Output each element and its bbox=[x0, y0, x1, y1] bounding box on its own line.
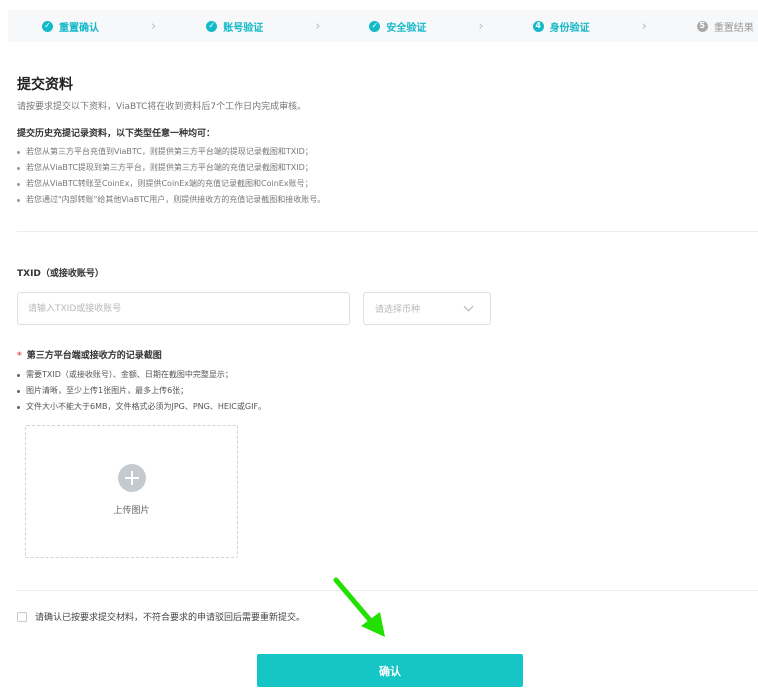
step-label: 重置结果 bbox=[713, 22, 754, 34]
bullet-dot bbox=[17, 183, 20, 186]
chevron-down-icon bbox=[463, 301, 474, 312]
step-security-verify: ✓ 安全验证 bbox=[369, 19, 426, 34]
upload-label: * 第三方平台端或接收方的记录截图 bbox=[17, 348, 162, 361]
page-description: 请按要求提交以下资料，ViaBTC将在收到资料后7个工作日内完成审核。 bbox=[17, 102, 307, 112]
submit-button[interactable]: 确认 bbox=[257, 654, 523, 687]
list-item: 若您从第三方平台充值到ViaBTC，则提供第三方平台端的提现记录截图和TXID； bbox=[17, 146, 737, 162]
list-item: 需要TXID（或接收账号）、金额、日期在截图中完整显示； bbox=[17, 369, 737, 385]
bullet-dot bbox=[17, 406, 20, 409]
step-reset-result: 5 重置结果 bbox=[696, 19, 754, 34]
step-number-icon: 4 bbox=[532, 20, 544, 32]
step-label: 账号验证 bbox=[223, 22, 264, 34]
upload-image-button[interactable]: 上传图片 bbox=[25, 425, 238, 558]
bullet-dot bbox=[17, 374, 20, 377]
chevron-right-icon: › bbox=[151, 18, 157, 34]
chevron-right-icon: › bbox=[478, 18, 484, 34]
confirm-checkbox-row[interactable]: 请确认已按要求提交材料，不符合要求的申请驳回后需要重新提交。 bbox=[17, 610, 305, 623]
section-subtitle: 提交历史充提记录资料，以下类型任意一种均可： bbox=[17, 129, 216, 139]
bullet-dot bbox=[17, 167, 20, 170]
step-reset-confirm: ✓ 重置确认 bbox=[42, 19, 99, 34]
step-number-icon: 5 bbox=[696, 20, 708, 32]
list-item: 图片清晰，至少上传1张图片，最多上传6张； bbox=[17, 385, 737, 401]
step-label: 安全验证 bbox=[386, 22, 427, 34]
section-divider bbox=[17, 231, 758, 232]
step-label: 身份验证 bbox=[549, 22, 590, 34]
check-icon: ✓ bbox=[369, 20, 381, 32]
progress-stepper: ✓ 重置确认 › ✓ 账号验证 › ✓ 安全验证 › 4 身份验证 › 5 重置… bbox=[8, 10, 758, 42]
chevron-right-icon: › bbox=[315, 18, 321, 34]
txid-input[interactable] bbox=[17, 292, 350, 325]
requirement-list: 若您从第三方平台充值到ViaBTC，则提供第三方平台端的提现记录截图和TXID；… bbox=[17, 146, 737, 210]
step-identity-verify: 4 身份验证 bbox=[532, 19, 590, 34]
required-mark: * bbox=[17, 351, 22, 361]
confirm-checkbox-label: 请确认已按要求提交材料，不符合要求的申请驳回后需要重新提交。 bbox=[35, 613, 306, 623]
list-item: 若您从ViaBTC转账至CoinEx，则提供CoinEx端的充值记录截图和Coi… bbox=[17, 178, 737, 194]
page-title: 提交资料 bbox=[17, 77, 73, 93]
bullet-dot bbox=[17, 151, 20, 154]
upload-rules-list: 需要TXID（或接收账号）、金额、日期在截图中完整显示； 图片清晰，至少上传1张… bbox=[17, 369, 737, 417]
check-icon: ✓ bbox=[42, 20, 53, 32]
reset-page: ✓ 重置确认 › ✓ 账号验证 › ✓ 安全验证 › 4 身份验证 › 5 重置… bbox=[0, 0, 758, 696]
step-label: 重置确认 bbox=[59, 22, 99, 34]
coin-select-placeholder: 请选择币种 bbox=[375, 305, 421, 315]
annotation-arrow-icon bbox=[333, 577, 385, 637]
confirm-checkbox[interactable] bbox=[17, 611, 27, 622]
step-account-verify: ✓ 账号验证 bbox=[206, 19, 263, 34]
list-item: 若您通过"内部转账"给其他ViaBTC用户，则提供接收方的充值记录截图和接收账号… bbox=[17, 194, 737, 210]
chevron-right-icon: › bbox=[641, 18, 647, 34]
bullet-dot bbox=[17, 199, 20, 202]
coin-select[interactable]: 请选择币种 bbox=[363, 292, 491, 325]
plus-icon bbox=[117, 463, 146, 492]
bullet-dot bbox=[17, 390, 20, 393]
upload-button-label: 上传图片 bbox=[113, 505, 150, 516]
txid-label: TXID（或接收账号） bbox=[17, 269, 104, 279]
list-item: 文件大小不能大于6MB，文件格式必须为JPG、PNG、HEIC或GIF。 bbox=[17, 401, 737, 417]
check-icon: ✓ bbox=[206, 20, 218, 32]
upload-label-text: 第三方平台端或接收方的记录截图 bbox=[26, 351, 162, 361]
list-item: 若您从ViaBTC提现到第三方平台，则提供第三方平台端的充值记录截图和TXID； bbox=[17, 162, 737, 178]
